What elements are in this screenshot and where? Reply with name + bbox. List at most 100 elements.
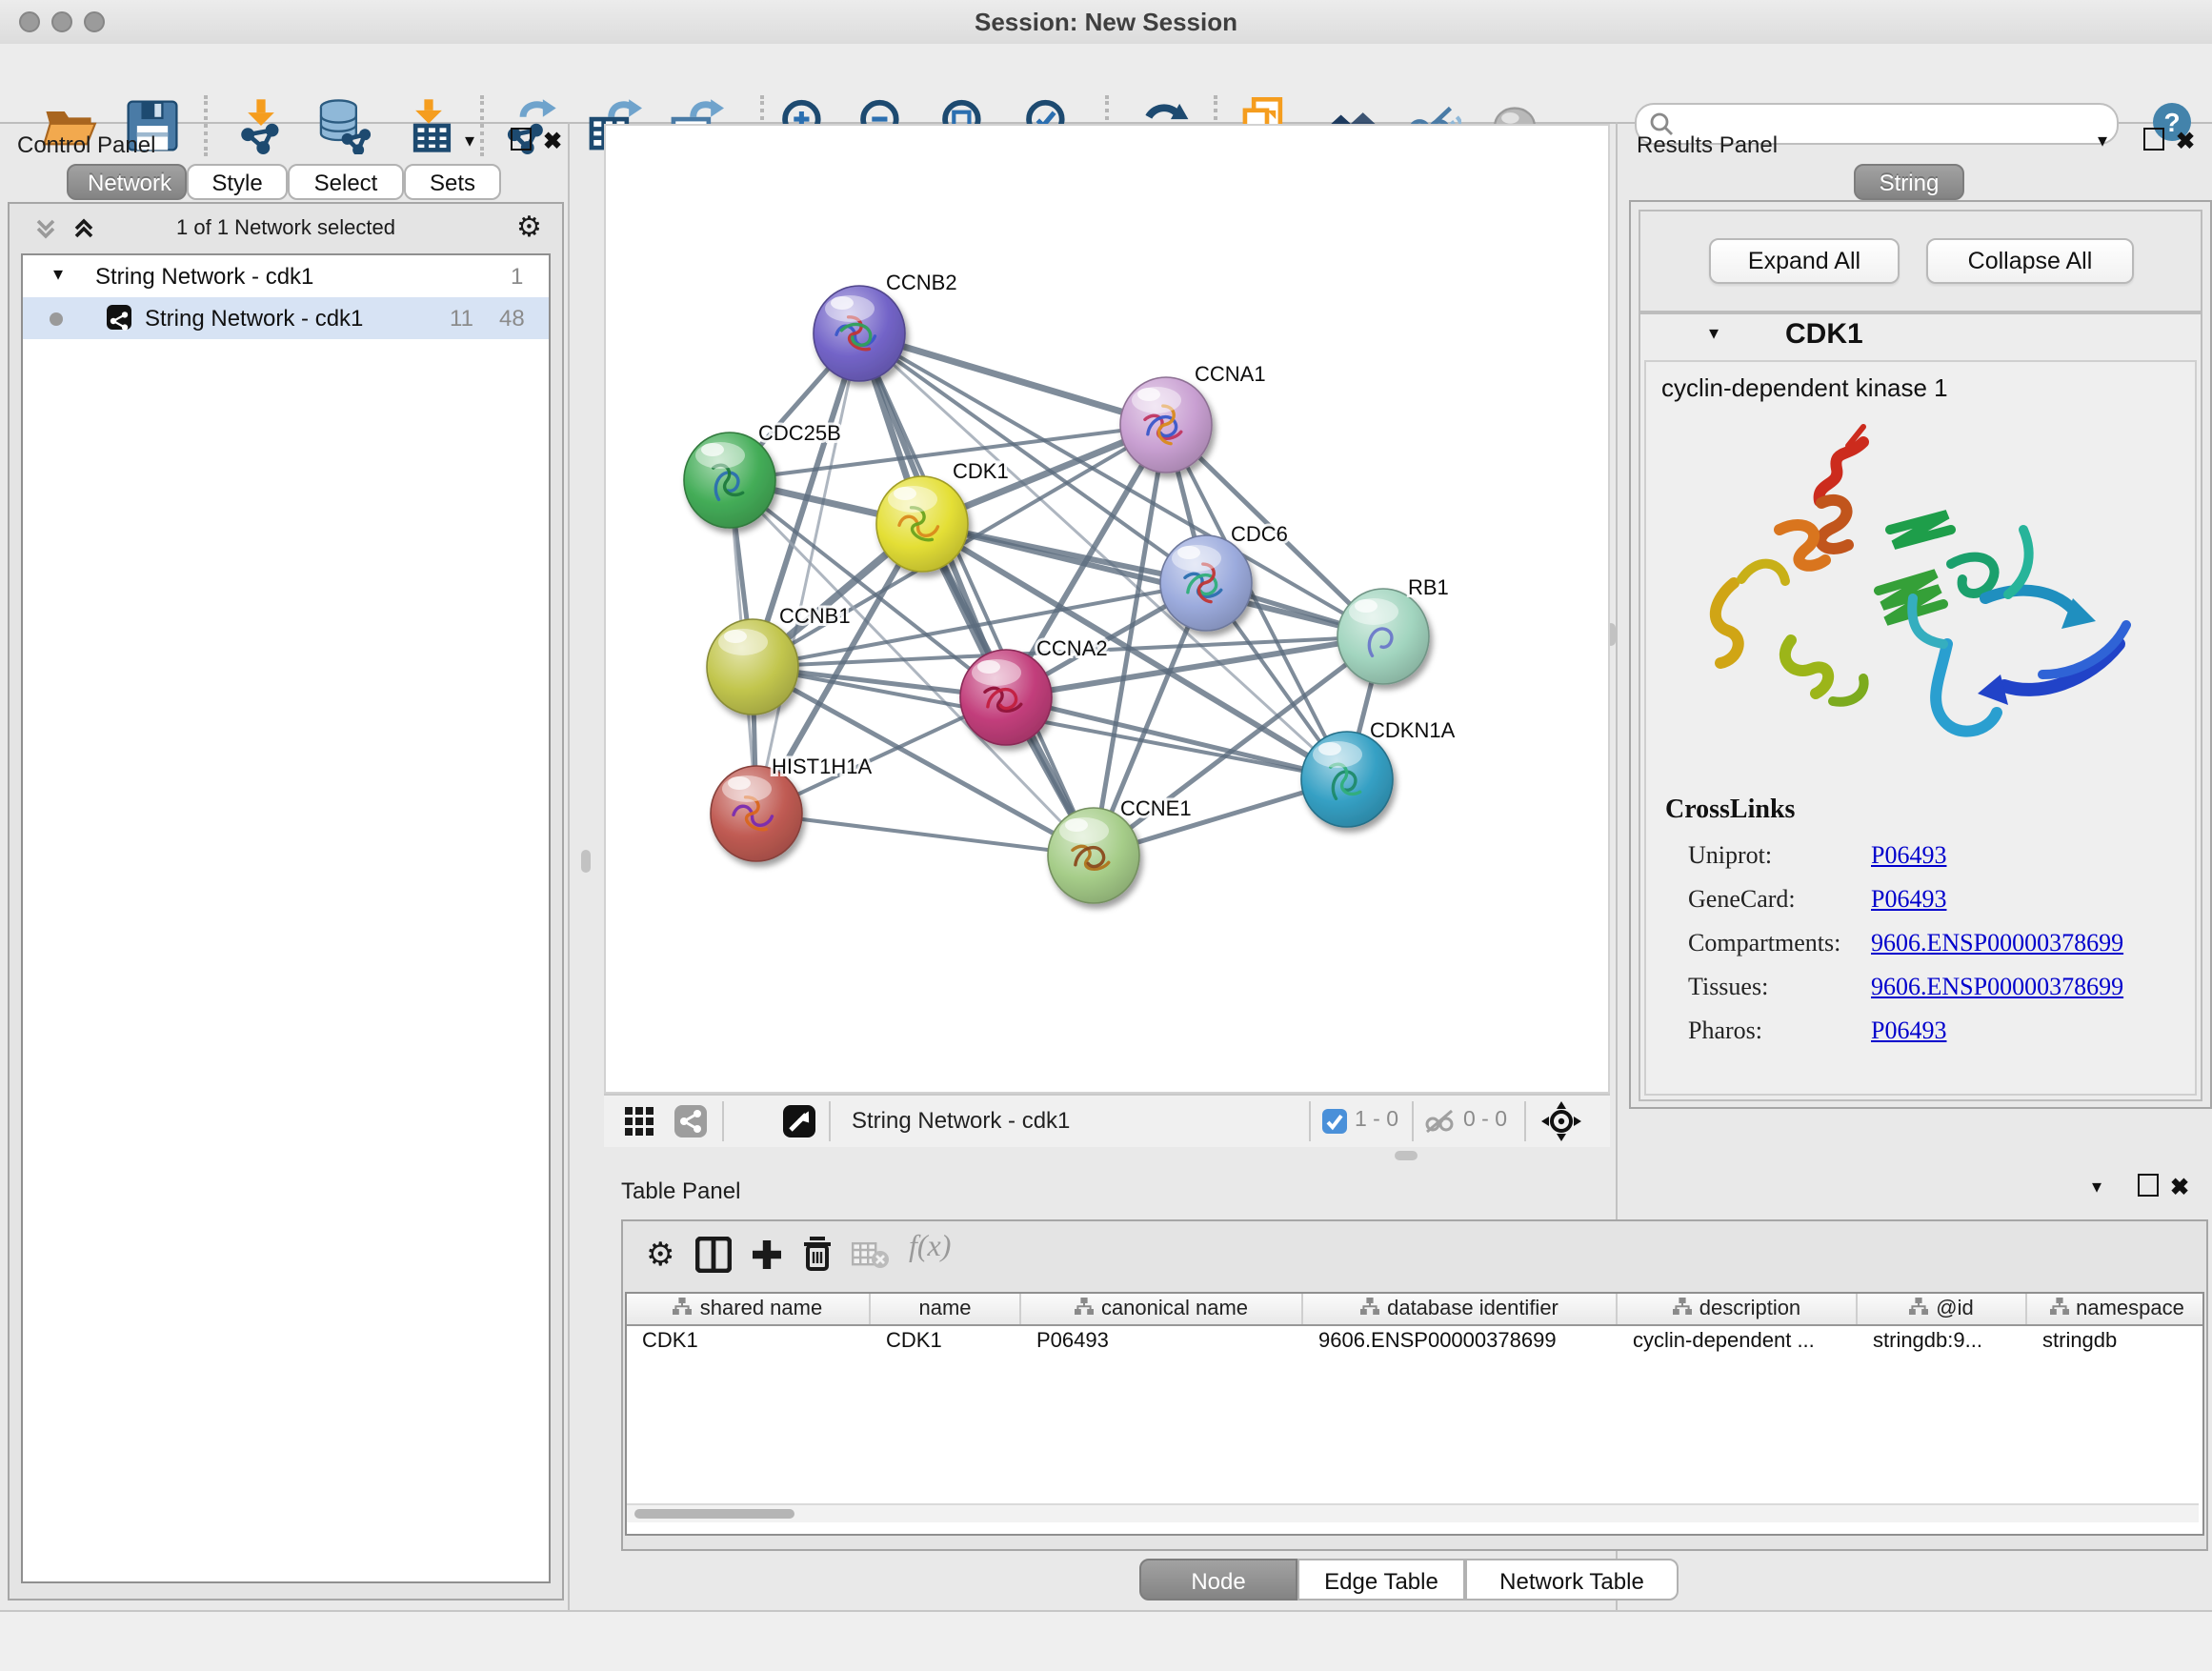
results-panel-float-icon[interactable]: [2143, 128, 2164, 151]
network-graph[interactable]: CCNB2CCNA1CDC25BCDK1CDC6RB1CCNB1CCNA2CDK…: [606, 126, 1608, 1092]
crosslink-link[interactable]: P06493: [1871, 1016, 1946, 1044]
tree-expander-icon[interactable]: ▾: [53, 255, 63, 297]
tab-select[interactable]: Select: [288, 164, 404, 200]
table-add-column-icon[interactable]: [749, 1237, 785, 1282]
column-header-shared-name[interactable]: shared name: [627, 1294, 871, 1324]
window-titlebar: Session: New Session: [0, 0, 2212, 46]
crosslink-link[interactable]: 9606.ENSP00000378699: [1871, 928, 2123, 956]
network-edge[interactable]: [756, 333, 859, 814]
crosslink-link[interactable]: P06493: [1871, 840, 1946, 869]
table-cell[interactable]: CDK1: [871, 1326, 1021, 1359]
network-collection-label: String Network - cdk1: [95, 255, 313, 297]
table-hscrollbar-thumb[interactable]: [634, 1509, 794, 1519]
table-cell[interactable]: stringdb:9...: [1858, 1326, 2027, 1359]
network-type-icon: [107, 305, 131, 330]
node-table[interactable]: shared name name canonical name database id…: [625, 1292, 2204, 1536]
crosslink-row: Tissues:9606.ENSP00000378699: [1688, 970, 2183, 1014]
network-edge-count: 48: [499, 297, 525, 339]
control-panel-close-icon[interactable]: ✖: [543, 128, 562, 154]
table-gear-icon[interactable]: ⚙: [646, 1237, 675, 1275]
network-tree-root-row[interactable]: ▾ String Network - cdk1 1: [23, 255, 549, 297]
network-share-view-icon[interactable]: [674, 1105, 707, 1137]
selected-counts: 1 - 0: [1355, 1109, 1398, 1132]
cdk1-expander-icon[interactable]: ▾: [1709, 324, 1719, 345]
tab-node-table[interactable]: Node Table: [1139, 1559, 1297, 1601]
results-panel-collapse-icon[interactable]: ▾: [2098, 131, 2107, 152]
network-node-rb1[interactable]: [1337, 589, 1429, 684]
network-node-cdc6[interactable]: [1160, 535, 1252, 631]
column-header-name[interactable]: name: [871, 1294, 1021, 1324]
column-namespace-icon: [1909, 1298, 1928, 1320]
column-header-label: name: [918, 1298, 971, 1320]
network-node-cdc25b[interactable]: [684, 433, 775, 528]
table-columns-icon[interactable]: [695, 1237, 732, 1282]
network-node-ccnb2[interactable]: [814, 286, 905, 381]
grid-view-icon[interactable]: [625, 1107, 654, 1145]
network-canvas[interactable]: CCNB2CCNA1CDC25BCDK1CDC6RB1CCNB1CCNA2CDK…: [604, 124, 1610, 1094]
network-node-hist1h1a[interactable]: [711, 766, 802, 861]
network-edge[interactable]: [922, 524, 1383, 636]
tab-sets[interactable]: Sets: [404, 164, 501, 200]
network-node-ccnb1[interactable]: [707, 619, 798, 715]
column-header-database-identifier[interactable]: database identifier: [1303, 1294, 1618, 1324]
birdseye-view-icon[interactable]: [783, 1105, 815, 1137]
status-bar: Memory: [0, 1610, 2212, 1671]
tab-edge-table[interactable]: Edge Table: [1297, 1559, 1465, 1601]
table-panel-collapse-icon[interactable]: ▾: [2092, 1178, 2101, 1198]
cdk1-detail-box: cyclin-dependent kinase 1: [1644, 360, 2197, 1096]
column-header--id[interactable]: @id: [1858, 1294, 2027, 1324]
crosslink-row: Compartments:9606.ENSP00000378699: [1688, 926, 2183, 970]
network-tree: ▾ String Network - cdk1 1 String Network…: [21, 253, 551, 1583]
table-cell[interactable]: P06493: [1021, 1326, 1303, 1359]
tab-style[interactable]: Style: [187, 164, 288, 200]
network-tree-child-row[interactable]: String Network - cdk1 11 48: [23, 297, 549, 339]
table-cell[interactable]: 9606.ENSP00000378699: [1303, 1326, 1618, 1359]
network-node-cdkn1a[interactable]: [1301, 732, 1393, 827]
crosslink-label: Uniprot:: [1688, 840, 1871, 871]
column-header-namespace[interactable]: namespace: [2027, 1294, 2204, 1324]
string-results-box: Expand All Collapse All ▾ CDK1 cyclin-de…: [1629, 200, 2212, 1109]
toolbar-separator: [1309, 1101, 1311, 1141]
selected-checkbox-icon[interactable]: [1322, 1109, 1347, 1134]
table-delete-column-icon[interactable]: [800, 1235, 835, 1282]
column-namespace-icon: [674, 1298, 693, 1320]
column-header-label: namespace: [2076, 1298, 2184, 1320]
network-options-gear-icon[interactable]: ⚙: [516, 210, 542, 244]
table-hscrollbar[interactable]: [627, 1503, 2199, 1522]
tab-network-table[interactable]: Network Table: [1465, 1559, 1679, 1601]
table-panel-float-icon[interactable]: [2138, 1174, 2159, 1197]
network-node-ccna2[interactable]: [960, 650, 1052, 745]
table-cell[interactable]: CDK1: [627, 1326, 871, 1359]
network-edge[interactable]: [756, 814, 1094, 856]
column-header-label: canonical name: [1101, 1298, 1248, 1320]
collapse-all-button[interactable]: Collapse All: [1926, 238, 2134, 284]
left-splitter-handle[interactable]: [581, 850, 591, 873]
results-buttons-box: Expand All Collapse All: [1639, 210, 2202, 312]
table-panel-close-icon[interactable]: ✖: [2170, 1174, 2189, 1200]
network-node-ccna1[interactable]: [1120, 377, 1212, 473]
table-cell[interactable]: stringdb: [2027, 1326, 2204, 1359]
table-cell[interactable]: cyclin-dependent ...: [1618, 1326, 1858, 1359]
network-edge[interactable]: [859, 333, 1094, 856]
crosslink-link[interactable]: P06493: [1871, 884, 1946, 913]
bottom-splitter-handle[interactable]: [1395, 1151, 1418, 1160]
crosslink-link[interactable]: 9606.ENSP00000378699: [1871, 972, 2123, 1000]
crosslink-label: GeneCard:: [1688, 884, 1871, 915]
tab-network[interactable]: Network: [67, 164, 187, 200]
column-header-canonical-name[interactable]: canonical name: [1021, 1294, 1303, 1324]
control-panel-collapse-icon[interactable]: ▾: [465, 131, 474, 152]
network-node-ccne1[interactable]: [1048, 808, 1139, 903]
control-panel-float-icon[interactable]: [511, 128, 532, 151]
node-label-cdc6: CDC6: [1231, 522, 1288, 546]
column-header-description[interactable]: description: [1618, 1294, 1858, 1324]
network-node-cdk1[interactable]: [876, 476, 968, 572]
table-function-builder-icon: f(x): [909, 1231, 951, 1265]
crosslink-row: GeneCard:P06493: [1688, 882, 2183, 926]
table-row[interactable]: CDK1CDK1P064939606.ENSP00000378699cyclin…: [627, 1326, 2202, 1359]
column-namespace-icon: [1360, 1298, 1379, 1320]
fit-selected-crosshair-icon[interactable]: [1541, 1101, 1581, 1151]
network-edge[interactable]: [859, 333, 1166, 425]
expand-all-button[interactable]: Expand All: [1709, 238, 1900, 284]
tab-string[interactable]: String: [1854, 164, 1964, 200]
results-panel-close-icon[interactable]: ✖: [2176, 128, 2195, 154]
